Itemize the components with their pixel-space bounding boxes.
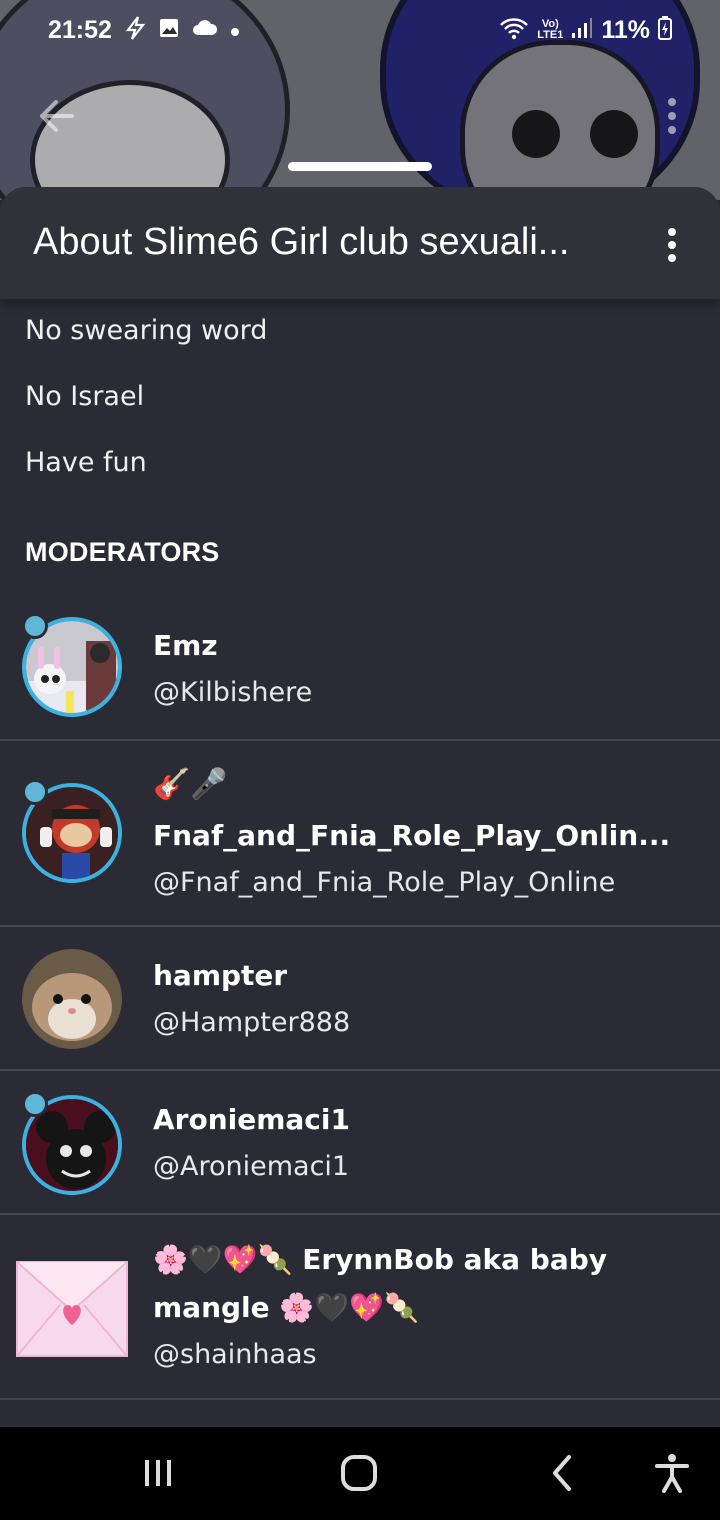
- lightning-icon: [124, 16, 146, 44]
- envelope-heart-icon: [16, 1261, 128, 1357]
- avatar[interactable]: [22, 1091, 122, 1195]
- avatar-frame-icon: [22, 1091, 48, 1117]
- rule-text: Have fun: [25, 447, 147, 478]
- home-icon: [341, 1455, 377, 1491]
- moderator-handle: @Hampter888: [153, 1007, 351, 1038]
- avatar-frame-icon: [22, 779, 48, 805]
- rule-text: No swearing word: [25, 315, 268, 346]
- moderator-handle: @Kilbishere: [153, 677, 313, 708]
- accessibility-icon: [655, 1454, 689, 1493]
- cloud-icon: [192, 19, 218, 41]
- more-vertical-icon: [668, 228, 676, 236]
- recent-apps-icon: [145, 1460, 171, 1486]
- moderator-row[interactable]: Emz @Kilbishere: [0, 587, 720, 741]
- wifi-icon: [499, 16, 529, 44]
- avatar[interactable]: [22, 779, 122, 883]
- avatar[interactable]: [22, 949, 122, 1049]
- moderator-row[interactable]: 🌸🖤💖🍡 ErynnBob aka baby mangle 🌸🖤💖🍡 @shai…: [0, 1215, 720, 1400]
- about-sheet: About Slime6 Girl club sexuali... No swe…: [0, 187, 720, 1427]
- signal-icon: [571, 17, 593, 43]
- more-options-button[interactable]: [658, 225, 686, 265]
- arrow-left-icon: [40, 100, 74, 132]
- moderator-name: Aroniemaci1: [153, 1103, 350, 1136]
- moderator-handle: @Fnaf_and_Fnia_Role_Play_Online: [153, 867, 616, 898]
- avatar[interactable]: [16, 1261, 128, 1357]
- status-bar: 21:52 Vo) LTE1 11%: [0, 0, 720, 60]
- moderator-name: 🌸🖤💖🍡 ErynnBob aka baby: [153, 1243, 608, 1276]
- guitar-microphone-icon: 🎸🎤: [153, 767, 228, 802]
- moderator-handle: @Aroniemaci1: [153, 1151, 350, 1182]
- moderator-name: hampter: [153, 959, 288, 992]
- banner-more-button[interactable]: [658, 92, 686, 140]
- sheet-drag-handle[interactable]: [288, 162, 432, 171]
- sheet-title: About Slime6 Girl club sexuali...: [33, 221, 570, 263]
- home-button[interactable]: [336, 1447, 382, 1499]
- clock: 21:52: [48, 15, 112, 44]
- dot-icon: [230, 19, 240, 41]
- moderator-row[interactable]: hampter @Hampter888: [0, 927, 720, 1071]
- moderator-row[interactable]: 🎸🎤 Fnaf_and_Fnia_Role_Play_Onlin... @Fna…: [0, 741, 720, 927]
- moderator-handle: @shainhaas: [153, 1339, 317, 1370]
- avatar-frame-icon: [22, 613, 48, 639]
- moderator-row[interactable]: Aroniemaci1 @Aroniemaci1: [0, 1071, 720, 1215]
- screen: 21:52 Vo) LTE1 11% About Slime6 Girl clu…: [0, 0, 720, 1520]
- moderator-name-continued: mangle 🌸🖤💖🍡: [153, 1291, 419, 1324]
- system-navigation-bar: [0, 1427, 720, 1520]
- system-back-button[interactable]: [544, 1447, 580, 1499]
- image-icon: [158, 17, 180, 43]
- sheet-header: About Slime6 Girl club sexuali...: [0, 187, 720, 299]
- chevron-left-icon: [553, 1455, 571, 1491]
- network-type: Vo) LTE1: [537, 18, 564, 41]
- avatar[interactable]: [22, 613, 122, 717]
- rule-text: No Israel: [25, 381, 145, 412]
- moderators-heading: MODERATORS: [25, 537, 220, 567]
- battery-charging-icon: [658, 16, 672, 44]
- accessibility-button[interactable]: [652, 1447, 692, 1499]
- moderator-name: Fnaf_and_Fnia_Role_Play_Onlin...: [153, 819, 671, 852]
- battery-percent: 11%: [601, 15, 650, 44]
- recent-apps-button[interactable]: [138, 1447, 178, 1499]
- moderator-name: Emz: [153, 629, 218, 662]
- back-button[interactable]: [30, 92, 82, 140]
